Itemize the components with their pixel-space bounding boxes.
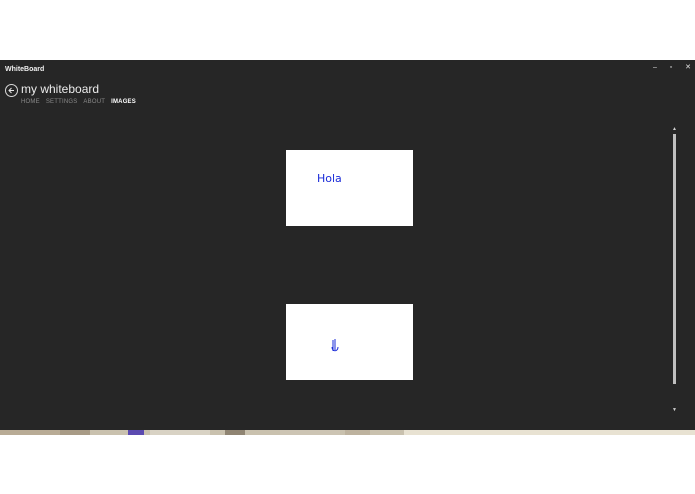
taskbar-item <box>404 430 695 435</box>
hola-drawing: Hola <box>317 172 342 185</box>
taskbar-item[interactable] <box>150 430 210 435</box>
vertical-scrollbar[interactable]: ▲ ▼ <box>670 126 679 414</box>
scroll-thumb[interactable] <box>673 134 676 384</box>
nav-home[interactable]: HOME <box>21 99 40 105</box>
nav-images[interactable]: IMAGES <box>111 99 136 105</box>
taskbar-item[interactable] <box>225 430 245 435</box>
app-title: WhiteBoard <box>5 66 45 73</box>
taskbar-item[interactable] <box>128 430 144 435</box>
saved-image-card[interactable] <box>286 304 413 380</box>
scribble-drawing <box>331 339 339 352</box>
taskbar-item[interactable] <box>280 430 340 435</box>
scroll-up-icon[interactable]: ▲ <box>671 126 678 133</box>
scroll-down-icon[interactable]: ▼ <box>671 407 678 414</box>
close-button[interactable]: ✕ <box>683 63 693 73</box>
taskbar <box>0 430 695 435</box>
taskbar-item[interactable] <box>0 430 60 435</box>
app-window: WhiteBoard – ▫ ✕ my whiteboard HOME SETT… <box>0 60 695 430</box>
saved-image-card[interactable]: Hola <box>286 150 413 226</box>
back-arrow-icon <box>8 87 14 94</box>
drawing-text: Hola <box>317 172 342 185</box>
title-bar: WhiteBoard – ▫ ✕ <box>0 60 695 79</box>
taskbar-item[interactable] <box>345 430 370 435</box>
nav-menu: HOME SETTINGS ABOUT IMAGES <box>21 99 142 105</box>
maximize-button[interactable]: ▫ <box>666 63 676 73</box>
nav-settings[interactable]: SETTINGS <box>46 99 78 105</box>
nav-about[interactable]: ABOUT <box>83 99 105 105</box>
minimize-button[interactable]: – <box>650 63 660 73</box>
page-title: my whiteboard <box>21 82 100 96</box>
back-button[interactable] <box>5 84 18 97</box>
taskbar-item[interactable] <box>60 430 90 435</box>
